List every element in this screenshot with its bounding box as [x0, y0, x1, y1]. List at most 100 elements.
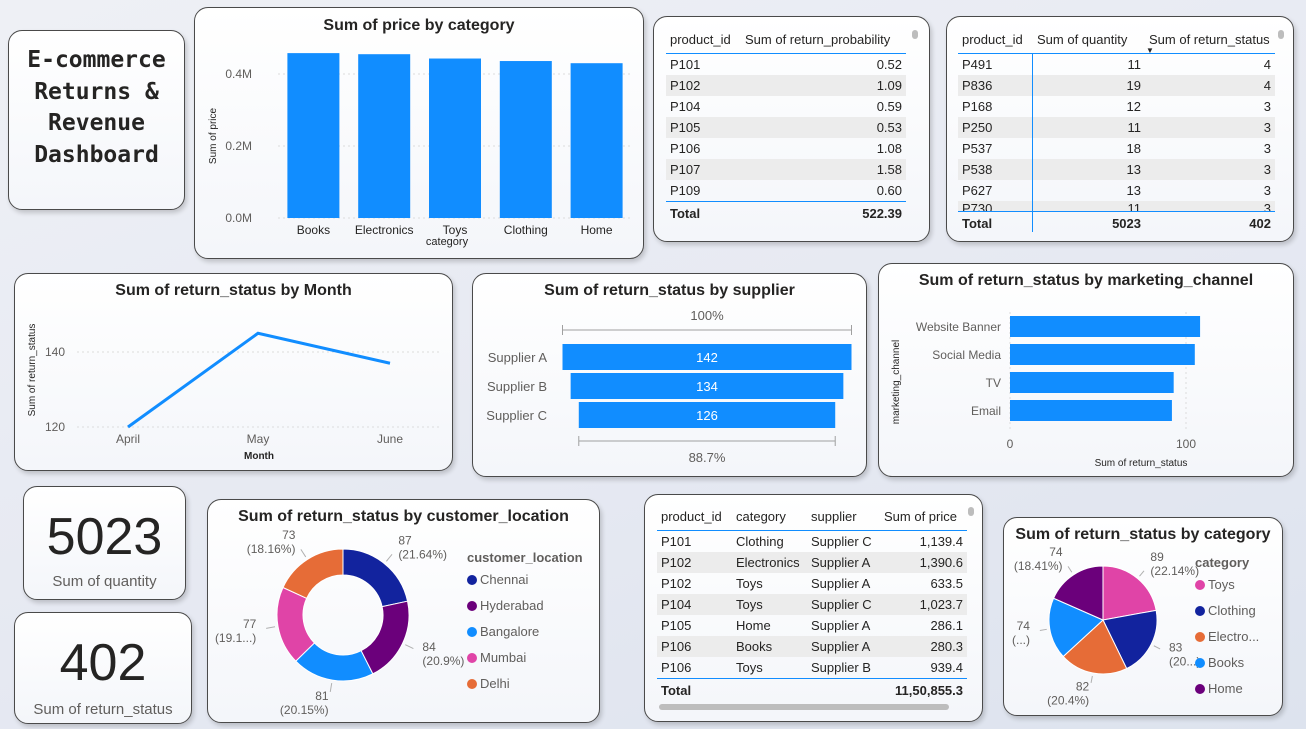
table-row[interactable]: P491 11 4 — [958, 54, 1275, 75]
column-header[interactable]: supplier — [807, 509, 880, 524]
table-row[interactable]: P538 13 3 — [958, 159, 1275, 180]
leader-line — [1039, 628, 1047, 631]
table-total-cell: Total — [962, 216, 993, 231]
table-row[interactable]: P102 1.09 — [666, 75, 906, 96]
table-row[interactable]: P836 19 4 — [958, 75, 1275, 96]
return-status-by-supplier-chart[interactable]: Sum of return_status by supplier 100% 142… — [472, 273, 867, 477]
category-pie-plot: 89(22.14%)83(20...)82(20.4%)74(...)74(18… — [1012, 545, 1259, 708]
table-cell: 18 — [1126, 141, 1141, 156]
table-cell: P105 — [670, 120, 701, 135]
slice-percent-label: (22.14%) — [1150, 564, 1199, 578]
return-status-by-location-chart[interactable]: Sum of return_status by customer_locatio… — [207, 499, 600, 723]
table-row[interactable]: P101 Clothing Supplier C 1,139.4 — [657, 531, 967, 552]
slice-value-label: 84 — [422, 640, 436, 654]
table-cell: Home — [736, 618, 771, 633]
return-status-by-channel-chart[interactable]: Sum of return_status by marketing_channe… — [878, 263, 1294, 477]
table-row[interactable]: P106 1.08 — [666, 138, 906, 159]
table-cell: 0.53 — [876, 120, 902, 135]
legend-item: Hyderabad — [480, 598, 544, 613]
x-axis-label: Sum of return_status — [1095, 458, 1188, 469]
slice — [360, 600, 410, 675]
table-cell: P106 — [670, 141, 701, 156]
table-row[interactable]: P104 0.59 — [666, 96, 906, 117]
table-total-cell: Total — [670, 206, 701, 221]
table-header-row: product_id category supplier Sum of price — [657, 503, 967, 531]
leader-line — [405, 644, 414, 650]
table-row[interactable]: P101 0.52 — [666, 54, 906, 75]
table-row[interactable]: P537 18 3 — [958, 138, 1275, 159]
table-row[interactable]: P102 Toys Supplier A 633.5 — [657, 573, 967, 594]
kpi-returns-label: Sum of return_status — [33, 701, 173, 718]
leader-line — [1090, 675, 1093, 683]
table-row[interactable]: P105 Home Supplier A 286.1 — [657, 615, 967, 636]
column-header[interactable]: product_id — [666, 32, 741, 47]
table-cell: 286.1 — [930, 618, 963, 633]
table-row[interactable]: P102 Electronics Supplier A 1,390.6 — [657, 552, 967, 573]
legend-item: Home — [1208, 681, 1243, 696]
slice-percent-label: (18.41%) — [1014, 559, 1063, 573]
y-tick-label: 120 — [45, 420, 65, 434]
table-cell: 1.08 — [876, 141, 902, 156]
table-row[interactable]: P730 11 3 — [958, 201, 1275, 211]
column-header[interactable]: Sum of return_status — [1145, 32, 1275, 47]
funnel-category: Supplier A — [488, 350, 548, 365]
table-total-row: Total 522.39 — [666, 201, 906, 225]
table-cell: 3 — [1263, 183, 1271, 198]
month-line-plot: 120 140 April May June Month Sum of return_sta… — [27, 324, 440, 462]
product-detail-table[interactable]: product_id category supplier Sum of price P1… — [644, 494, 983, 722]
return-status-by-month-chart[interactable]: Sum of return_status by Month 120 140 Apri… — [14, 273, 453, 471]
column-header[interactable]: product_id — [958, 32, 1033, 47]
table-row[interactable]: P107 1.58 — [666, 159, 906, 180]
price-by-category-chart[interactable]: Sum of price by category 0.0M 0.2M 0.4M Boo… — [194, 7, 644, 259]
table-row[interactable]: P250 11 3 — [958, 117, 1275, 138]
column-header[interactable]: Sum of return_probability — [741, 32, 906, 47]
legend-title: customer_location — [467, 550, 583, 565]
table-row[interactable]: P106 Books Supplier A 280.3 — [657, 636, 967, 657]
x-tick-label: May — [247, 432, 270, 446]
supplier-funnel-plot: 100% 142 Supplier A 134 Supplier B 126 Supplie… — [486, 308, 852, 465]
horizontal-scrollbar-thumb[interactable] — [659, 704, 949, 710]
funnel-value: 126 — [696, 408, 718, 423]
slice-value-label: 83 — [1169, 640, 1183, 654]
kpi-quantity-label: Sum of quantity — [52, 573, 157, 590]
scrollbar-thumb[interactable] — [968, 507, 974, 516]
legend-swatch — [1195, 684, 1205, 694]
table-cell: 939.4 — [930, 660, 963, 675]
table-row[interactable]: P168 12 3 — [958, 96, 1275, 117]
y-tick-label: 0.0M — [225, 211, 252, 225]
leader-line — [1153, 645, 1161, 650]
table-row[interactable]: P106 Toys Supplier B 939.4 — [657, 657, 967, 678]
column-header[interactable]: Sum of quantity — [1033, 32, 1145, 47]
y-tick-label: TV — [986, 376, 1001, 390]
table-row[interactable]: P105 0.53 — [666, 117, 906, 138]
column-header[interactable]: Sum of price — [880, 509, 967, 524]
table-cell: P104 — [661, 597, 692, 612]
x-tick-label: April — [116, 432, 140, 446]
table-header-row: product_id Sum of return_probability — [666, 26, 906, 54]
slice-percent-label: (20.15%) — [280, 703, 329, 717]
table-row[interactable]: P627 13 3 — [958, 180, 1275, 201]
slice-value-label: 74 — [1017, 619, 1031, 633]
table-cell: 280.3 — [930, 639, 963, 654]
column-header[interactable]: category — [732, 509, 807, 524]
legend-swatch — [467, 653, 477, 663]
table-cell: 3 — [1263, 99, 1271, 114]
return-status-by-category-chart[interactable]: Sum of return_status by category 89 (22.1… — [1003, 517, 1283, 716]
scrollbar-thumb[interactable] — [1278, 30, 1284, 39]
x-tick-label: Books — [297, 223, 330, 237]
table-row[interactable]: P104 Toys Supplier C 1,023.7 — [657, 594, 967, 615]
y-axis-label: marketing_channel — [891, 340, 902, 425]
scrollbar-thumb[interactable] — [912, 30, 918, 39]
slice-value-label: 81 — [315, 689, 329, 703]
table-cell: P168 — [962, 99, 993, 114]
table-cell: Supplier A — [811, 618, 871, 633]
bar — [499, 61, 552, 218]
quantity-table[interactable]: product_id Sum of quantity Sum of return_s… — [946, 16, 1294, 242]
column-header[interactable]: product_id — [657, 509, 732, 524]
funnel-bottom-label: 88.7% — [689, 450, 726, 465]
sort-desc-icon[interactable]: ▼ — [1146, 46, 1154, 55]
table-cell: 3 — [1263, 141, 1271, 156]
table-row[interactable]: P109 0.60 — [666, 180, 906, 201]
return-probability-table[interactable]: product_id Sum of return_probability P101 0… — [653, 16, 930, 242]
table-cell: 13 — [1126, 183, 1141, 198]
